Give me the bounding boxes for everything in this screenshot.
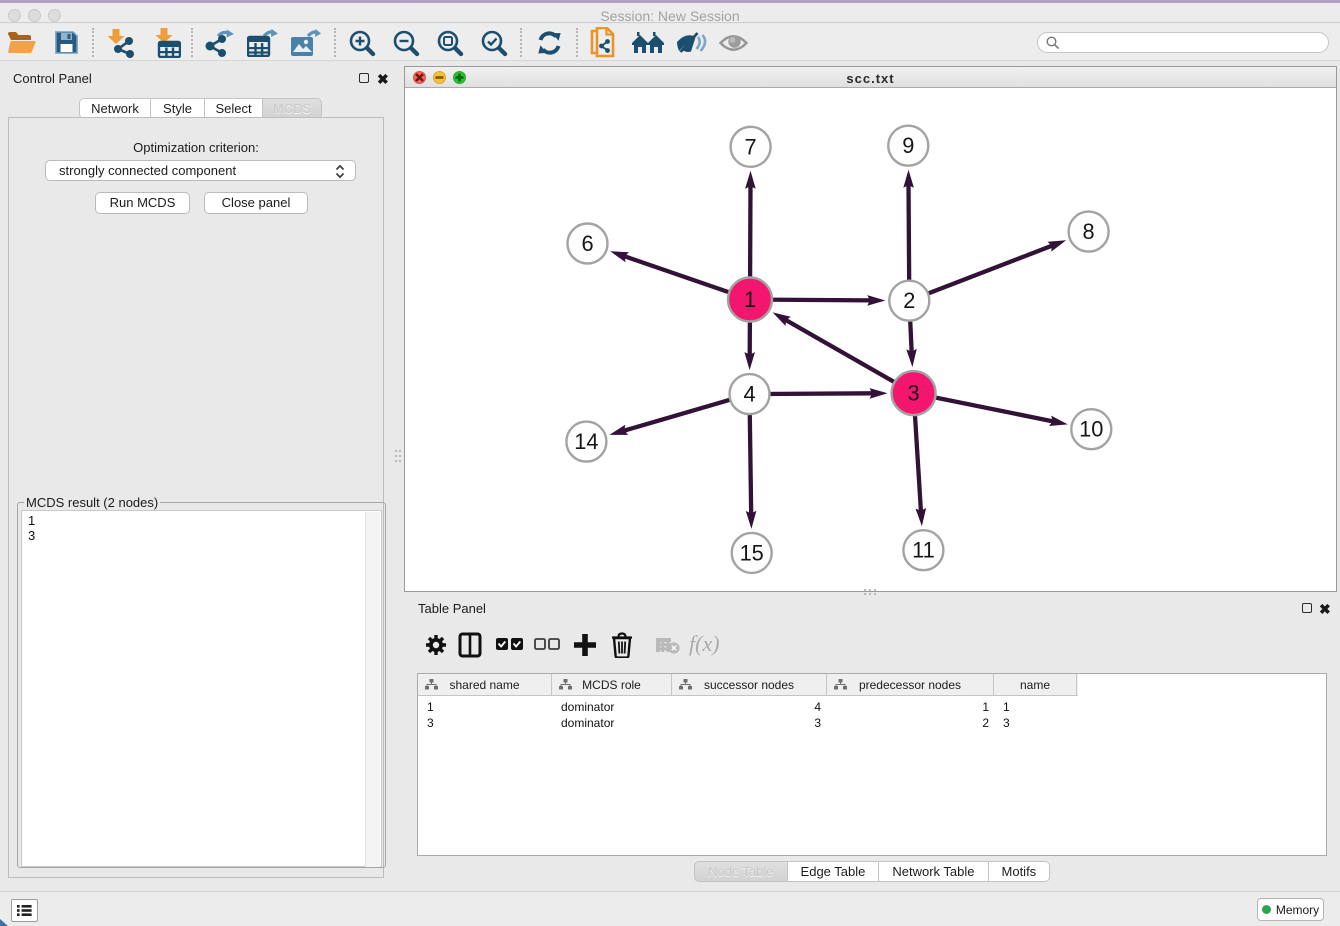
svg-text:8: 8 [1083, 219, 1095, 244]
svg-text:11: 11 [912, 538, 935, 563]
svg-text:3: 3 [908, 381, 920, 406]
svg-text:1: 1 [744, 287, 756, 312]
svg-text:6: 6 [581, 231, 593, 256]
svg-text:4: 4 [743, 382, 755, 407]
svg-text:10: 10 [1079, 417, 1103, 442]
svg-text:2: 2 [903, 288, 915, 313]
svg-text:14: 14 [574, 429, 598, 454]
svg-text:15: 15 [740, 540, 764, 565]
svg-text:7: 7 [745, 134, 757, 159]
svg-text:9: 9 [902, 133, 914, 158]
